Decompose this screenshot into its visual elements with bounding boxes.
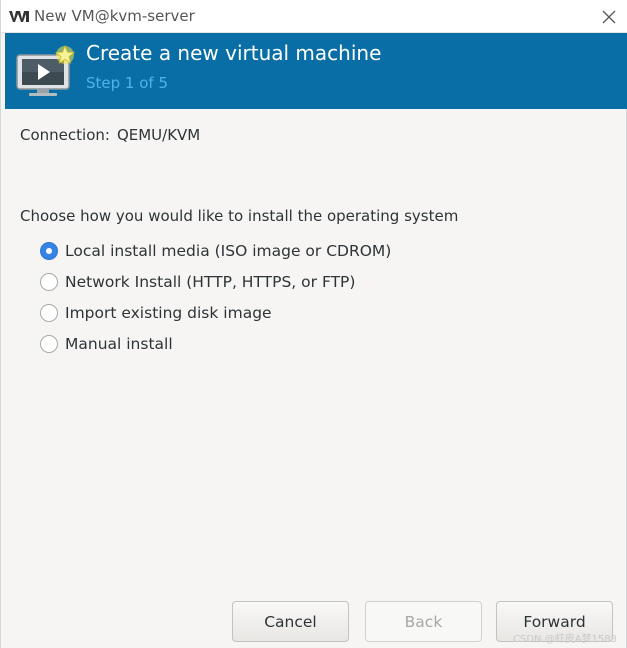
wizard-header-banner: Create a new virtual machine Step 1 of 5 (5, 33, 627, 109)
radio-label: Network Install (HTTP, HTTPS, or FTP) (65, 273, 356, 291)
window-titlebar[interactable]: New VM@kvm-server (1, 0, 627, 33)
cancel-button[interactable]: Cancel (232, 601, 349, 642)
radio-local-install-media[interactable]: Local install media (ISO image or CDROM) (40, 240, 391, 262)
radio-manual-install[interactable]: Manual install (40, 333, 173, 355)
radio-button[interactable] (40, 304, 58, 322)
radio-button[interactable] (40, 335, 58, 353)
new-vm-monitor-icon (16, 44, 75, 96)
radio-label: Manual install (65, 335, 173, 353)
install-method-question: Choose how you would like to install the… (20, 207, 459, 225)
wizard-title: Create a new virtual machine (86, 41, 382, 65)
virt-manager-logo-icon (9, 11, 29, 22)
radio-button[interactable] (40, 273, 58, 291)
radio-button-selected[interactable] (40, 242, 58, 260)
window-title: New VM@kvm-server (34, 7, 195, 25)
wizard-step-indicator: Step 1 of 5 (86, 74, 169, 92)
connection-value: QEMU/KVM (116, 126, 201, 144)
radio-label: Local install media (ISO image or CDROM) (65, 242, 392, 260)
radio-import-disk-image[interactable]: Import existing disk image (40, 302, 272, 324)
new-vm-dialog: New VM@kvm-server Create a new virtual m… (0, 0, 627, 648)
watermark-text: CSDN @虾皮A梦1588 (513, 634, 617, 645)
back-button: Back (365, 601, 482, 642)
radio-label: Import existing disk image (65, 304, 272, 322)
close-icon[interactable] (600, 8, 618, 26)
connection-info: Connection: QEMU/KVM (20, 126, 200, 144)
radio-network-install[interactable]: Network Install (HTTP, HTTPS, or FTP) (40, 271, 355, 293)
connection-label: Connection: (20, 126, 110, 144)
